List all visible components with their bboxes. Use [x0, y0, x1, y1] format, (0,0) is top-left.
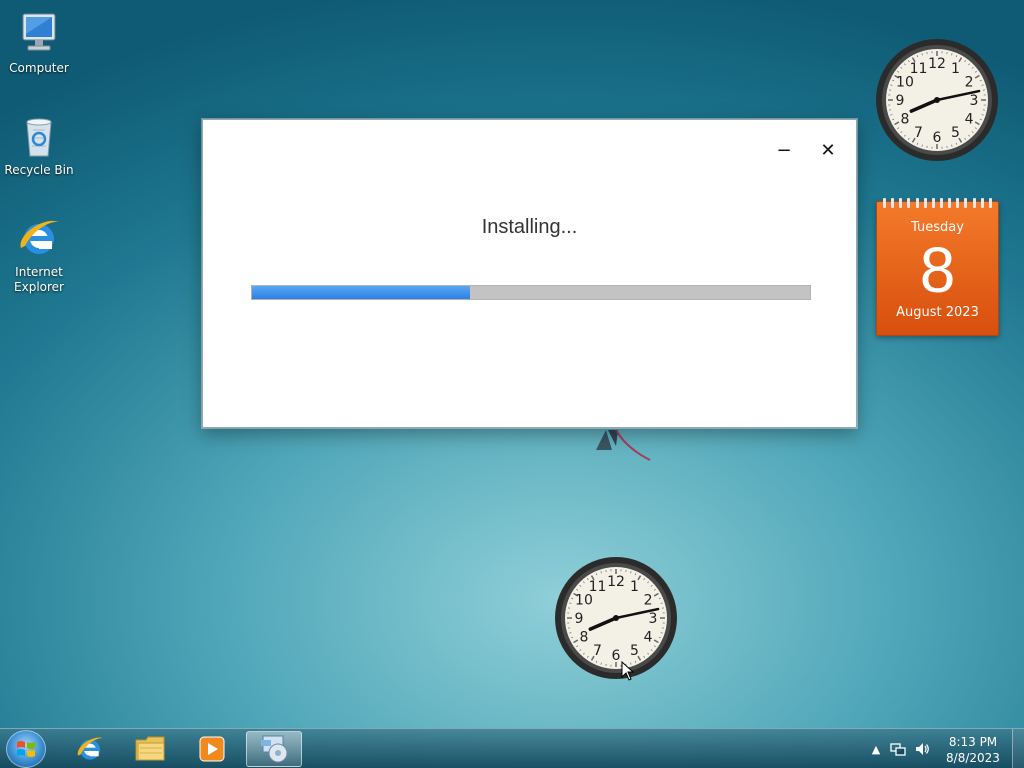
- install-progress-fill: [252, 286, 470, 299]
- clock-numeral: 8: [900, 112, 909, 128]
- clock-gadget[interactable]: 12 1234567891011: [553, 555, 679, 681]
- taskbar-installer-app[interactable]: [246, 731, 302, 767]
- installer-window: − ✕ Installing...: [202, 119, 857, 428]
- calendar-weekday: Tuesday: [911, 220, 964, 235]
- close-button[interactable]: ✕: [813, 138, 843, 162]
- file-explorer-icon: [135, 736, 165, 761]
- calendar-gadget[interactable]: Tuesday 8 August 2023: [876, 198, 999, 336]
- clock-numeral: 9: [575, 611, 584, 627]
- taskbar-date: 8/8/2023: [946, 751, 1000, 765]
- clock-gadget[interactable]: 12 1234567891011: [874, 37, 1000, 163]
- clock-numeral: 1: [630, 579, 639, 595]
- clock-numeral: 7: [593, 643, 602, 659]
- taskbar-media-player[interactable]: [184, 731, 240, 767]
- clock-numeral: 8: [579, 630, 588, 646]
- start-button[interactable]: [6, 730, 46, 768]
- volume-icon[interactable]: [914, 741, 930, 757]
- desktop-icon-label: Recycle Bin: [4, 163, 74, 177]
- clock-numeral: 4: [965, 112, 974, 128]
- clock-numeral: 12: [607, 574, 625, 590]
- clock-numeral: 4: [644, 630, 653, 646]
- calendar-rings: [883, 198, 992, 208]
- taskbar-internet-explorer[interactable]: [62, 731, 118, 767]
- computer-icon: [22, 13, 56, 51]
- mouse-cursor-icon: [621, 661, 635, 681]
- internet-explorer-icon: [77, 737, 104, 760]
- clock-numeral: 5: [951, 125, 960, 141]
- internet-explorer-icon: [20, 220, 59, 254]
- show-desktop-button[interactable]: [1012, 729, 1024, 768]
- clock-numeral: 11: [589, 579, 607, 595]
- clock-numeral: 3: [649, 611, 658, 627]
- install-progress-bar: [251, 285, 811, 300]
- network-icon[interactable]: [890, 741, 906, 757]
- clock-numeral: 6: [612, 648, 621, 664]
- show-hidden-icons-icon[interactable]: ▲: [868, 741, 884, 757]
- desktop-icon-label: Computer: [9, 61, 69, 75]
- calendar-month-year: August 2023: [896, 305, 979, 320]
- clock-numeral: 2: [644, 593, 653, 609]
- clock-numeral: 5: [630, 643, 639, 659]
- clock-numeral: 1: [951, 61, 960, 77]
- clock-numeral: 3: [970, 93, 979, 109]
- clock-numeral: 6: [933, 130, 942, 146]
- clock-numeral: 12: [928, 56, 946, 72]
- desktop-icon-computer[interactable]: Computer: [4, 10, 74, 76]
- clock-numeral: 7: [914, 125, 923, 141]
- taskbar-clock[interactable]: 8:13 PM 8/8/2023: [940, 734, 1006, 766]
- taskbar: ▲ 8:13 PM 8/8/2023: [0, 728, 1024, 768]
- installer-app-icon: [261, 735, 288, 763]
- minimize-button[interactable]: −: [769, 138, 799, 162]
- clock-numeral: 2: [965, 75, 974, 91]
- recycle-bin-icon: [26, 118, 52, 157]
- desktop-icon-internet-explorer[interactable]: Internet Explorer: [4, 214, 74, 295]
- taskbar-time: 8:13 PM: [948, 735, 998, 749]
- calendar-day-number: 8: [919, 234, 956, 306]
- taskbar-file-explorer[interactable]: [123, 731, 179, 767]
- desktop-icon-recycle-bin[interactable]: Recycle Bin: [4, 112, 74, 178]
- media-player-icon: [199, 736, 225, 762]
- clock-numeral: 9: [896, 93, 905, 109]
- desktop-icon-label: Internet Explorer: [14, 265, 64, 294]
- windows-logo-icon: [17, 741, 35, 757]
- installing-status-text: Installing...: [481, 216, 578, 238]
- clock-numeral: 11: [910, 61, 928, 77]
- wallpaper-logo-icon: [596, 429, 651, 461]
